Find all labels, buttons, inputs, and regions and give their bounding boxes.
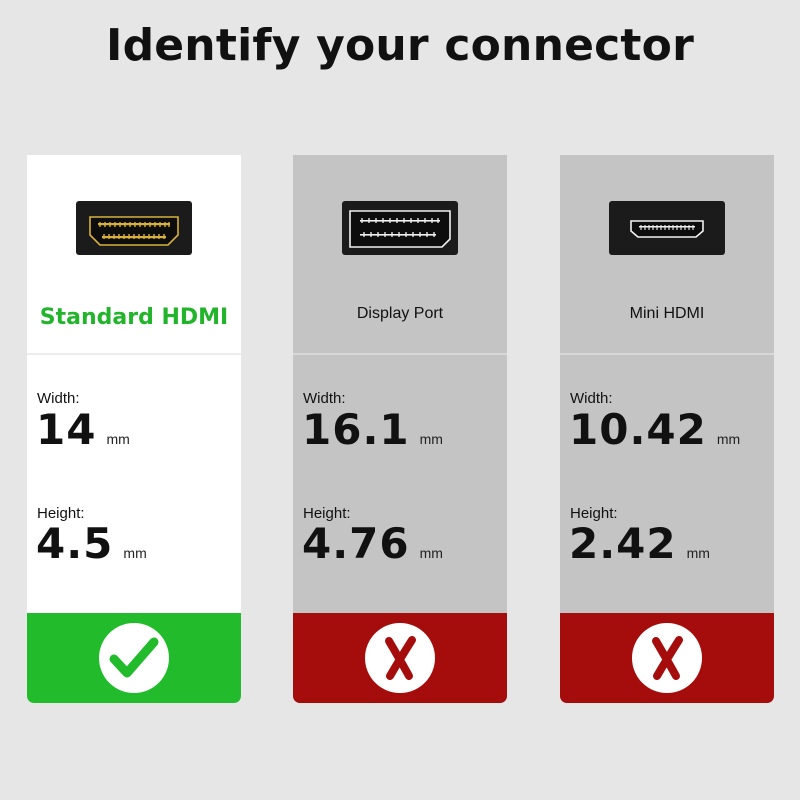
- mini-hdmi-port-icon: [609, 201, 725, 255]
- height-value-row: 4.5 mm: [36, 519, 147, 568]
- height-value: 4.76: [302, 519, 410, 568]
- width-value-row: 14 mm: [36, 405, 130, 454]
- height-unit: mm: [419, 545, 443, 561]
- connector-name: Display Port: [356, 305, 444, 322]
- width-unit: mm: [716, 431, 741, 447]
- height-value-row: 4.76 mm: [302, 519, 443, 568]
- cross-icon: [365, 623, 435, 693]
- height-value: 4.5: [36, 519, 114, 568]
- divider: [27, 353, 241, 355]
- connector-name: Mini HDMI: [629, 305, 705, 322]
- width-unit: mm: [106, 431, 130, 447]
- width-value: 10.42: [569, 405, 707, 454]
- cross-icon: [632, 623, 702, 693]
- width-unit: mm: [419, 431, 443, 447]
- height-value-row: 2.42 mm: [569, 519, 710, 568]
- connector-header: Mini HDMI: [560, 155, 774, 353]
- status-banner-incompatible: [560, 613, 774, 703]
- width-value: 14: [36, 405, 97, 454]
- connector-name: Standard HDMI: [39, 305, 229, 330]
- width-value-row: 10.42 mm: [569, 405, 740, 454]
- status-banner-incompatible: [293, 613, 507, 703]
- height-value: 2.42: [569, 519, 677, 568]
- divider: [293, 353, 507, 355]
- height-unit: mm: [686, 545, 710, 561]
- page-title: Identify your connector: [106, 20, 694, 71]
- checkmark-icon: [99, 623, 169, 693]
- width-value: 16.1: [302, 405, 410, 454]
- connector-card-standard-hdmi: Standard HDMI Width: 14 mm Height: 4.5 mm: [27, 155, 241, 703]
- displayport-icon: [342, 201, 458, 255]
- connector-card-display-port: Display Port Width: 16.1 mm Height: 4.76 m…: [293, 155, 507, 703]
- connector-card-mini-hdmi: Mini HDMI Width: 10.42 mm Height: 2.42 mm: [560, 155, 774, 703]
- hdmi-port-icon: [76, 201, 192, 255]
- divider: [560, 353, 774, 355]
- status-banner-compatible: [27, 613, 241, 703]
- width-value-row: 16.1 mm: [302, 405, 443, 454]
- height-unit: mm: [123, 545, 147, 561]
- connector-header: Display Port: [293, 155, 507, 353]
- connector-header: Standard HDMI: [27, 155, 241, 353]
